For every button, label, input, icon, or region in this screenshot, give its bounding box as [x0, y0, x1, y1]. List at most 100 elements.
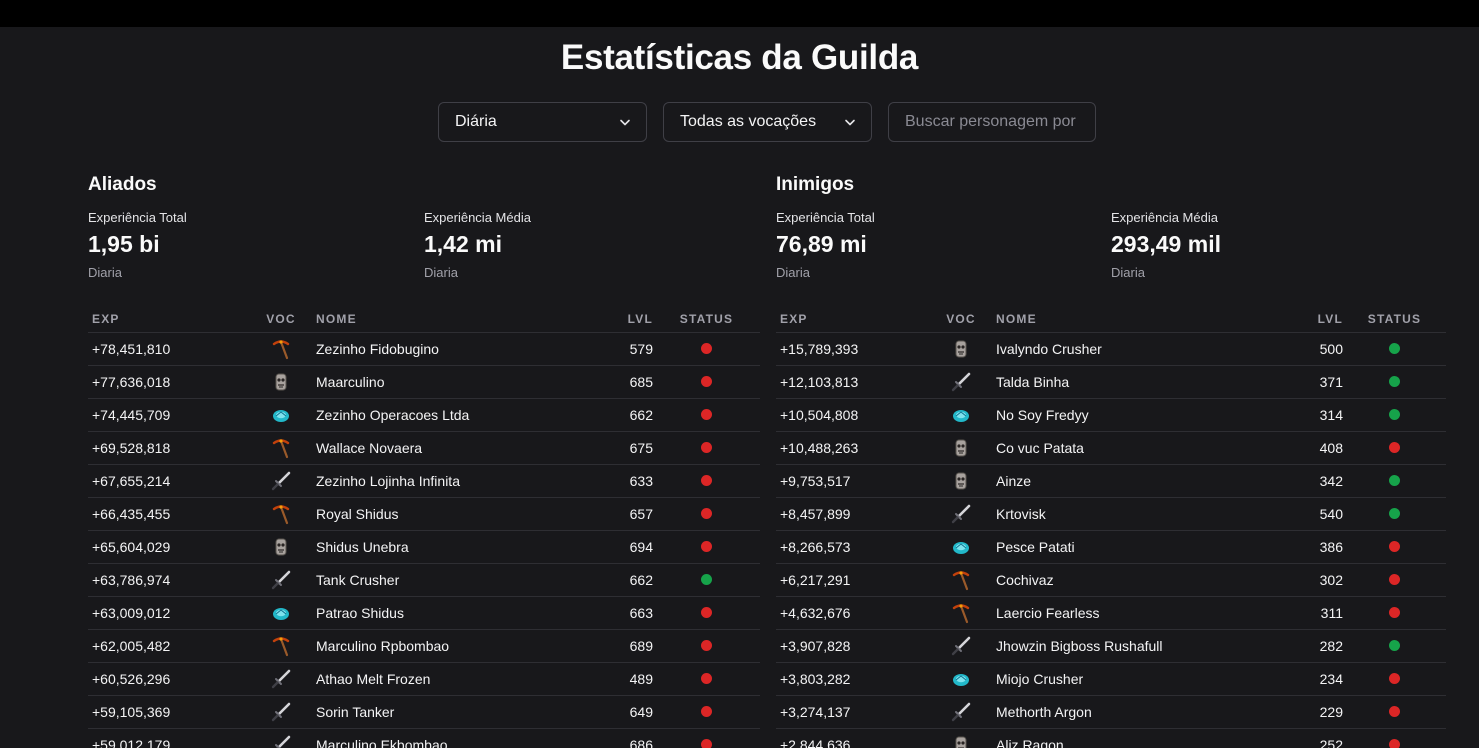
- crystal-icon: [270, 404, 292, 426]
- row-name[interactable]: Royal Shidus: [308, 497, 572, 531]
- row-exp: +8,457,899: [776, 497, 936, 531]
- row-exp: +78,451,810: [88, 332, 254, 366]
- table-row[interactable]: +6,217,291 Cochivaz 302: [776, 563, 1446, 597]
- row-name[interactable]: Ainze: [986, 464, 1261, 498]
- row-exp: +65,604,029: [88, 530, 254, 564]
- table-row[interactable]: +66,435,455 Royal Shidus 657: [88, 497, 760, 531]
- row-name[interactable]: Zezinho Operacoes Ltda: [308, 398, 572, 432]
- character-search-input[interactable]: [888, 102, 1096, 142]
- table-row[interactable]: +8,457,899 Krtovisk 540: [776, 497, 1446, 531]
- table-row[interactable]: +4,632,676 Laercio Fearless 311: [776, 596, 1446, 630]
- row-name[interactable]: Zezinho Fidobugino: [308, 332, 572, 366]
- row-name[interactable]: Miojo Crusher: [986, 662, 1261, 696]
- table-row[interactable]: +67,655,214 Zezinho Lojinha Infinita 633: [88, 464, 760, 498]
- table-row[interactable]: +63,009,012 Patrao Shidus 663: [88, 596, 760, 630]
- chevron-down-icon: [618, 115, 632, 129]
- status-online-dot: [1389, 639, 1400, 651]
- table-row[interactable]: +10,488,263 Co vuc Patata 408: [776, 431, 1446, 465]
- col-name-header[interactable]: NOME: [308, 306, 572, 333]
- row-name[interactable]: Maarculino: [308, 365, 572, 399]
- row-name[interactable]: Krtovisk: [986, 497, 1261, 531]
- table-row[interactable]: +2,844,636 Aliz Ragon 252: [776, 728, 1446, 748]
- table-row[interactable]: +15,789,393 Ivalyndo Crusher 500: [776, 332, 1446, 366]
- row-name[interactable]: Co vuc Patata: [986, 431, 1261, 465]
- table-row[interactable]: +60,526,296 Athao Melt Frozen 489: [88, 662, 760, 696]
- row-name[interactable]: Zezinho Lojinha Infinita: [308, 464, 572, 498]
- row-name[interactable]: Wallace Novaera: [308, 431, 572, 465]
- col-lvl-header[interactable]: LVL: [1261, 306, 1343, 333]
- row-name[interactable]: No Soy Fredyy: [986, 398, 1261, 432]
- enemies-panel: Inimigos Experiência Total 76,89 mi Diar…: [776, 174, 1446, 748]
- allies-title: Aliados: [88, 174, 157, 195]
- row-name[interactable]: Athao Melt Frozen: [308, 662, 572, 696]
- row-name[interactable]: Marculino Ekbombao: [308, 728, 572, 748]
- row-status: [1343, 431, 1446, 465]
- table-row[interactable]: +3,907,828 Jhowzin Bigboss Rushafull 282: [776, 629, 1446, 663]
- period-select[interactable]: Diária: [438, 102, 647, 142]
- table-row[interactable]: +63,786,974 Tank Crusher 662: [88, 563, 760, 597]
- stat-period: Diaria: [88, 265, 122, 280]
- table-row[interactable]: +74,445,709 Zezinho Operacoes Ltda 662: [88, 398, 760, 432]
- col-exp-header[interactable]: EXP: [776, 306, 936, 333]
- table-row[interactable]: +8,266,573 Pesce Patati 386: [776, 530, 1446, 564]
- chevron-down-icon: [843, 115, 857, 129]
- allies-total-exp: Experiência Total 1,95 bi Diaria: [88, 200, 187, 280]
- stat-label: Experiência Total: [88, 210, 187, 225]
- row-exp: +9,753,517: [776, 464, 936, 498]
- table-row[interactable]: +10,504,808 No Soy Fredyy 314: [776, 398, 1446, 432]
- table-row[interactable]: +59,012,179 Marculino Ekbombao 686: [88, 728, 760, 748]
- row-name[interactable]: Marculino Rpbombao: [308, 629, 572, 663]
- table-row[interactable]: +12,103,813 Talda Binha 371: [776, 365, 1446, 399]
- row-name[interactable]: Talda Binha: [986, 365, 1261, 399]
- table-row[interactable]: +3,274,137 Methorth Argon 229: [776, 695, 1446, 729]
- row-voc: [254, 563, 308, 597]
- col-status-header: STATUS: [653, 306, 760, 333]
- row-voc: [936, 695, 986, 729]
- skull-icon: [950, 470, 972, 492]
- row-name[interactable]: Jhowzin Bigboss Rushafull: [986, 629, 1261, 663]
- row-name[interactable]: Ivalyndo Crusher: [986, 332, 1261, 366]
- row-exp: +3,907,828: [776, 629, 936, 663]
- table-row[interactable]: +59,105,369 Sorin Tanker 649: [88, 695, 760, 729]
- status-offline-dot: [701, 342, 712, 354]
- row-name[interactable]: Patrao Shidus: [308, 596, 572, 630]
- table-row[interactable]: +62,005,482 Marculino Rpbombao 689: [88, 629, 760, 663]
- table-row[interactable]: +78,451,810 Zezinho Fidobugino 579: [88, 332, 760, 366]
- col-lvl-header[interactable]: LVL: [572, 306, 653, 333]
- table-row[interactable]: +9,753,517 Ainze 342: [776, 464, 1446, 498]
- row-name[interactable]: Cochivaz: [986, 563, 1261, 597]
- table-row[interactable]: +69,528,818 Wallace Novaera 675: [88, 431, 760, 465]
- row-lvl: 371: [1261, 365, 1343, 399]
- status-online-dot: [701, 573, 712, 585]
- row-lvl: 342: [1261, 464, 1343, 498]
- enemies-average-exp: Experiência Média 293,49 mil Diaria: [1111, 200, 1221, 280]
- enemies-stats: Experiência Total 76,89 mi Diaria Experi…: [776, 200, 1446, 300]
- row-exp: +63,009,012: [88, 596, 254, 630]
- col-exp-header[interactable]: EXP: [88, 306, 254, 333]
- row-voc: [254, 365, 308, 399]
- row-voc: [936, 530, 986, 564]
- status-offline-dot: [1389, 441, 1400, 453]
- row-name[interactable]: Aliz Ragon: [986, 728, 1261, 748]
- skull-icon: [270, 536, 292, 558]
- row-voc: [254, 431, 308, 465]
- row-name[interactable]: Methorth Argon: [986, 695, 1261, 729]
- row-exp: +15,789,393: [776, 332, 936, 366]
- col-name-header[interactable]: NOME: [986, 306, 1261, 333]
- row-name[interactable]: Laercio Fearless: [986, 596, 1261, 630]
- row-voc: [936, 431, 986, 465]
- row-status: [653, 728, 760, 748]
- row-exp: +12,103,813: [776, 365, 936, 399]
- row-voc: [936, 563, 986, 597]
- table-header-row: EXP VOC NOME LVL STATUS: [776, 306, 1446, 333]
- table-row[interactable]: +77,636,018 Maarculino 685: [88, 365, 760, 399]
- table-row[interactable]: +3,803,282 Miojo Crusher 234: [776, 662, 1446, 696]
- row-lvl: 633: [572, 464, 653, 498]
- filter-bar: Diária Todas as vocações: [438, 102, 1096, 142]
- row-name[interactable]: Sorin Tanker: [308, 695, 572, 729]
- row-name[interactable]: Tank Crusher: [308, 563, 572, 597]
- row-name[interactable]: Shidus Unebra: [308, 530, 572, 564]
- row-name[interactable]: Pesce Patati: [986, 530, 1261, 564]
- vocation-select[interactable]: Todas as vocações: [663, 102, 872, 142]
- table-row[interactable]: +65,604,029 Shidus Unebra 694: [88, 530, 760, 564]
